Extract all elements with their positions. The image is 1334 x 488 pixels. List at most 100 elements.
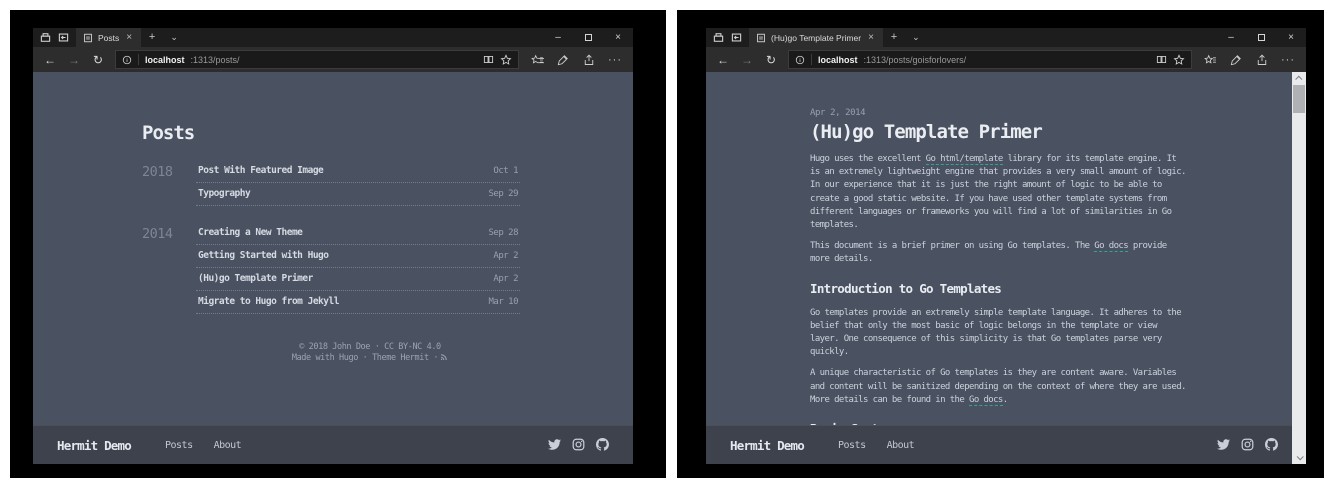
site-brand-link[interactable]: Hermit Demo <box>730 438 804 453</box>
article-page: Apr 2, 2014 (Hu)go Template Primer Hugo … <box>706 72 1306 464</box>
post-group-2014: 2014 Creating a New Theme Sep 28 Getting… <box>142 222 633 314</box>
post-row[interactable]: Creating a New Theme Sep 28 <box>196 222 520 245</box>
browser-window-article: (Hu)go Template Primer × + ⌄ – × ← → ↻ l… <box>706 28 1306 464</box>
github-icon[interactable] <box>596 436 609 455</box>
tab-preview-icon[interactable] <box>731 32 742 43</box>
settings-more-icon[interactable]: ··· <box>1276 54 1300 66</box>
scroll-up-arrow[interactable] <box>1292 72 1306 85</box>
browser-toolbar: ← → ↻ localhost:1313/posts/goisforlovers… <box>706 47 1306 72</box>
scrollbar-thumb[interactable] <box>1293 85 1305 113</box>
tabs-set-aside-icon[interactable] <box>713 32 724 43</box>
site-brand-link[interactable]: Hermit Demo <box>57 438 131 453</box>
close-button[interactable]: × <box>1276 28 1306 47</box>
web-note-pen-icon[interactable] <box>1224 54 1248 66</box>
section-heading-introduction: Introduction to Go Templates <box>810 281 1188 296</box>
tab-preview-icon[interactable] <box>58 32 69 43</box>
minimize-button[interactable]: – <box>543 28 573 47</box>
share-icon[interactable] <box>577 54 601 66</box>
url-path: :1313/posts/goisforlovers/ <box>864 55 967 65</box>
refresh-button[interactable]: ↻ <box>760 53 782 67</box>
rss-icon[interactable] <box>440 353 448 365</box>
new-tab-button[interactable]: + <box>141 28 163 47</box>
nav-link-about[interactable]: About <box>214 440 242 451</box>
tabs-set-aside-icon[interactable] <box>40 32 51 43</box>
browser-toolbar: ← → ↻ localhost :1313/posts/ <box>33 47 633 72</box>
close-button[interactable]: × <box>603 28 633 47</box>
article-title: (Hu)go Template Primer <box>810 121 1188 143</box>
page-icon <box>83 33 93 43</box>
screenshot-canvas: Posts × + ⌄ – × ← → ↻ localhost:1313/pos… <box>0 0 1334 488</box>
post-date: Sep 28 <box>488 228 518 238</box>
github-icon[interactable] <box>1265 436 1278 455</box>
back-button[interactable]: ← <box>39 53 61 67</box>
maximize-button[interactable] <box>1246 28 1276 47</box>
address-bar[interactable]: localhost :1313/posts/ <box>115 50 519 69</box>
post-row[interactable]: Migrate to Hugo from Jekyll Mar 10 <box>196 291 520 314</box>
forward-button[interactable]: → <box>63 53 85 67</box>
site-footer: © 2018 John Doe · CC BY-NC 4.0 Made with… <box>180 342 560 365</box>
minimize-button[interactable]: – <box>1216 28 1246 47</box>
twitter-icon[interactable] <box>1217 436 1230 455</box>
post-link[interactable]: Post With Featured Image <box>198 165 323 176</box>
browser-tab[interactable]: Posts × <box>76 28 141 47</box>
article-date: Apr 2, 2014 <box>810 108 1188 119</box>
settings-more-icon[interactable]: ··· <box>603 54 627 66</box>
instagram-icon[interactable] <box>1241 436 1254 455</box>
post-link[interactable]: Getting Started with Hugo <box>198 250 329 261</box>
favorites-hub-icon[interactable] <box>1198 54 1222 66</box>
address-bar[interactable]: localhost:1313/posts/goisforlovers/ <box>788 50 1192 69</box>
maximize-icon <box>585 34 592 41</box>
go-docs-link[interactable]: Go docs <box>1094 241 1128 252</box>
share-icon[interactable] <box>1250 54 1274 66</box>
post-row[interactable]: Typography Sep 29 <box>196 183 520 206</box>
forward-button[interactable]: → <box>736 53 758 67</box>
maximize-button[interactable] <box>573 28 603 47</box>
nav-link-posts[interactable]: Posts <box>165 440 193 451</box>
group-year: 2014 <box>142 222 196 314</box>
site-bottom-nav: Hermit Demo Posts About <box>33 425 633 464</box>
credits-line: Made with Hugo · Theme Hermit · <box>180 353 560 365</box>
url-host: localhost <box>145 55 185 65</box>
browser-tab[interactable]: (Hu)go Template Primer × <box>749 28 883 47</box>
site-info-icon[interactable] <box>122 55 132 65</box>
site-info-icon[interactable] <box>795 55 805 65</box>
tab-close-icon[interactable]: × <box>124 28 134 47</box>
new-tab-button[interactable]: + <box>883 28 905 47</box>
instagram-icon[interactable] <box>572 436 585 455</box>
back-button[interactable]: ← <box>712 53 734 67</box>
post-link[interactable]: Creating a New Theme <box>198 227 302 238</box>
post-link[interactable]: Migrate to Hugo from Jekyll <box>198 296 339 307</box>
url-path: :1313/posts/ <box>191 55 240 65</box>
titlebar: (Hu)go Template Primer × + ⌄ – × <box>706 28 1306 47</box>
paragraph: Go templates provide an extremely simple… <box>810 307 1188 360</box>
reading-view-icon[interactable] <box>483 54 494 65</box>
tab-actions-menu[interactable]: ⌄ <box>163 28 185 47</box>
browser-window-posts: Posts × + ⌄ – × ← → ↻ localhost :1313/pos… <box>33 28 633 464</box>
page-title: Posts <box>142 122 633 144</box>
twitter-icon[interactable] <box>548 436 561 455</box>
scroll-down-arrow[interactable] <box>1292 451 1306 464</box>
web-note-pen-icon[interactable] <box>551 54 575 66</box>
post-row[interactable]: Post With Featured Image Oct 1 <box>196 160 520 183</box>
tab-actions-menu[interactable]: ⌄ <box>905 28 927 47</box>
go-html-template-link[interactable]: Go html/template <box>926 154 1003 165</box>
post-link[interactable]: (Hu)go Template Primer <box>198 273 313 284</box>
tab-close-icon[interactable]: × <box>866 28 876 47</box>
refresh-button[interactable]: ↻ <box>87 53 109 67</box>
post-row[interactable]: Getting Started with Hugo Apr 2 <box>196 245 520 268</box>
post-row[interactable]: (Hu)go Template Primer Apr 2 <box>196 268 520 291</box>
post-link[interactable]: Typography <box>198 188 250 199</box>
go-docs-link[interactable]: Go docs <box>969 395 1003 406</box>
add-favorite-star-icon[interactable] <box>500 54 512 66</box>
add-favorite-star-icon[interactable] <box>1173 54 1185 66</box>
paragraph: A unique characteristic of Go templates … <box>810 367 1188 407</box>
vertical-scrollbar[interactable] <box>1292 72 1306 464</box>
maximize-icon <box>1258 34 1265 41</box>
nav-link-about[interactable]: About <box>887 440 915 451</box>
paragraph: This document is a brief primer on using… <box>810 240 1188 266</box>
reading-view-icon[interactable] <box>1156 54 1167 65</box>
site-bottom-nav: Hermit Demo Posts About <box>706 425 1306 464</box>
page-icon <box>756 33 766 43</box>
favorites-hub-icon[interactable] <box>525 54 549 66</box>
nav-link-posts[interactable]: Posts <box>838 440 866 451</box>
